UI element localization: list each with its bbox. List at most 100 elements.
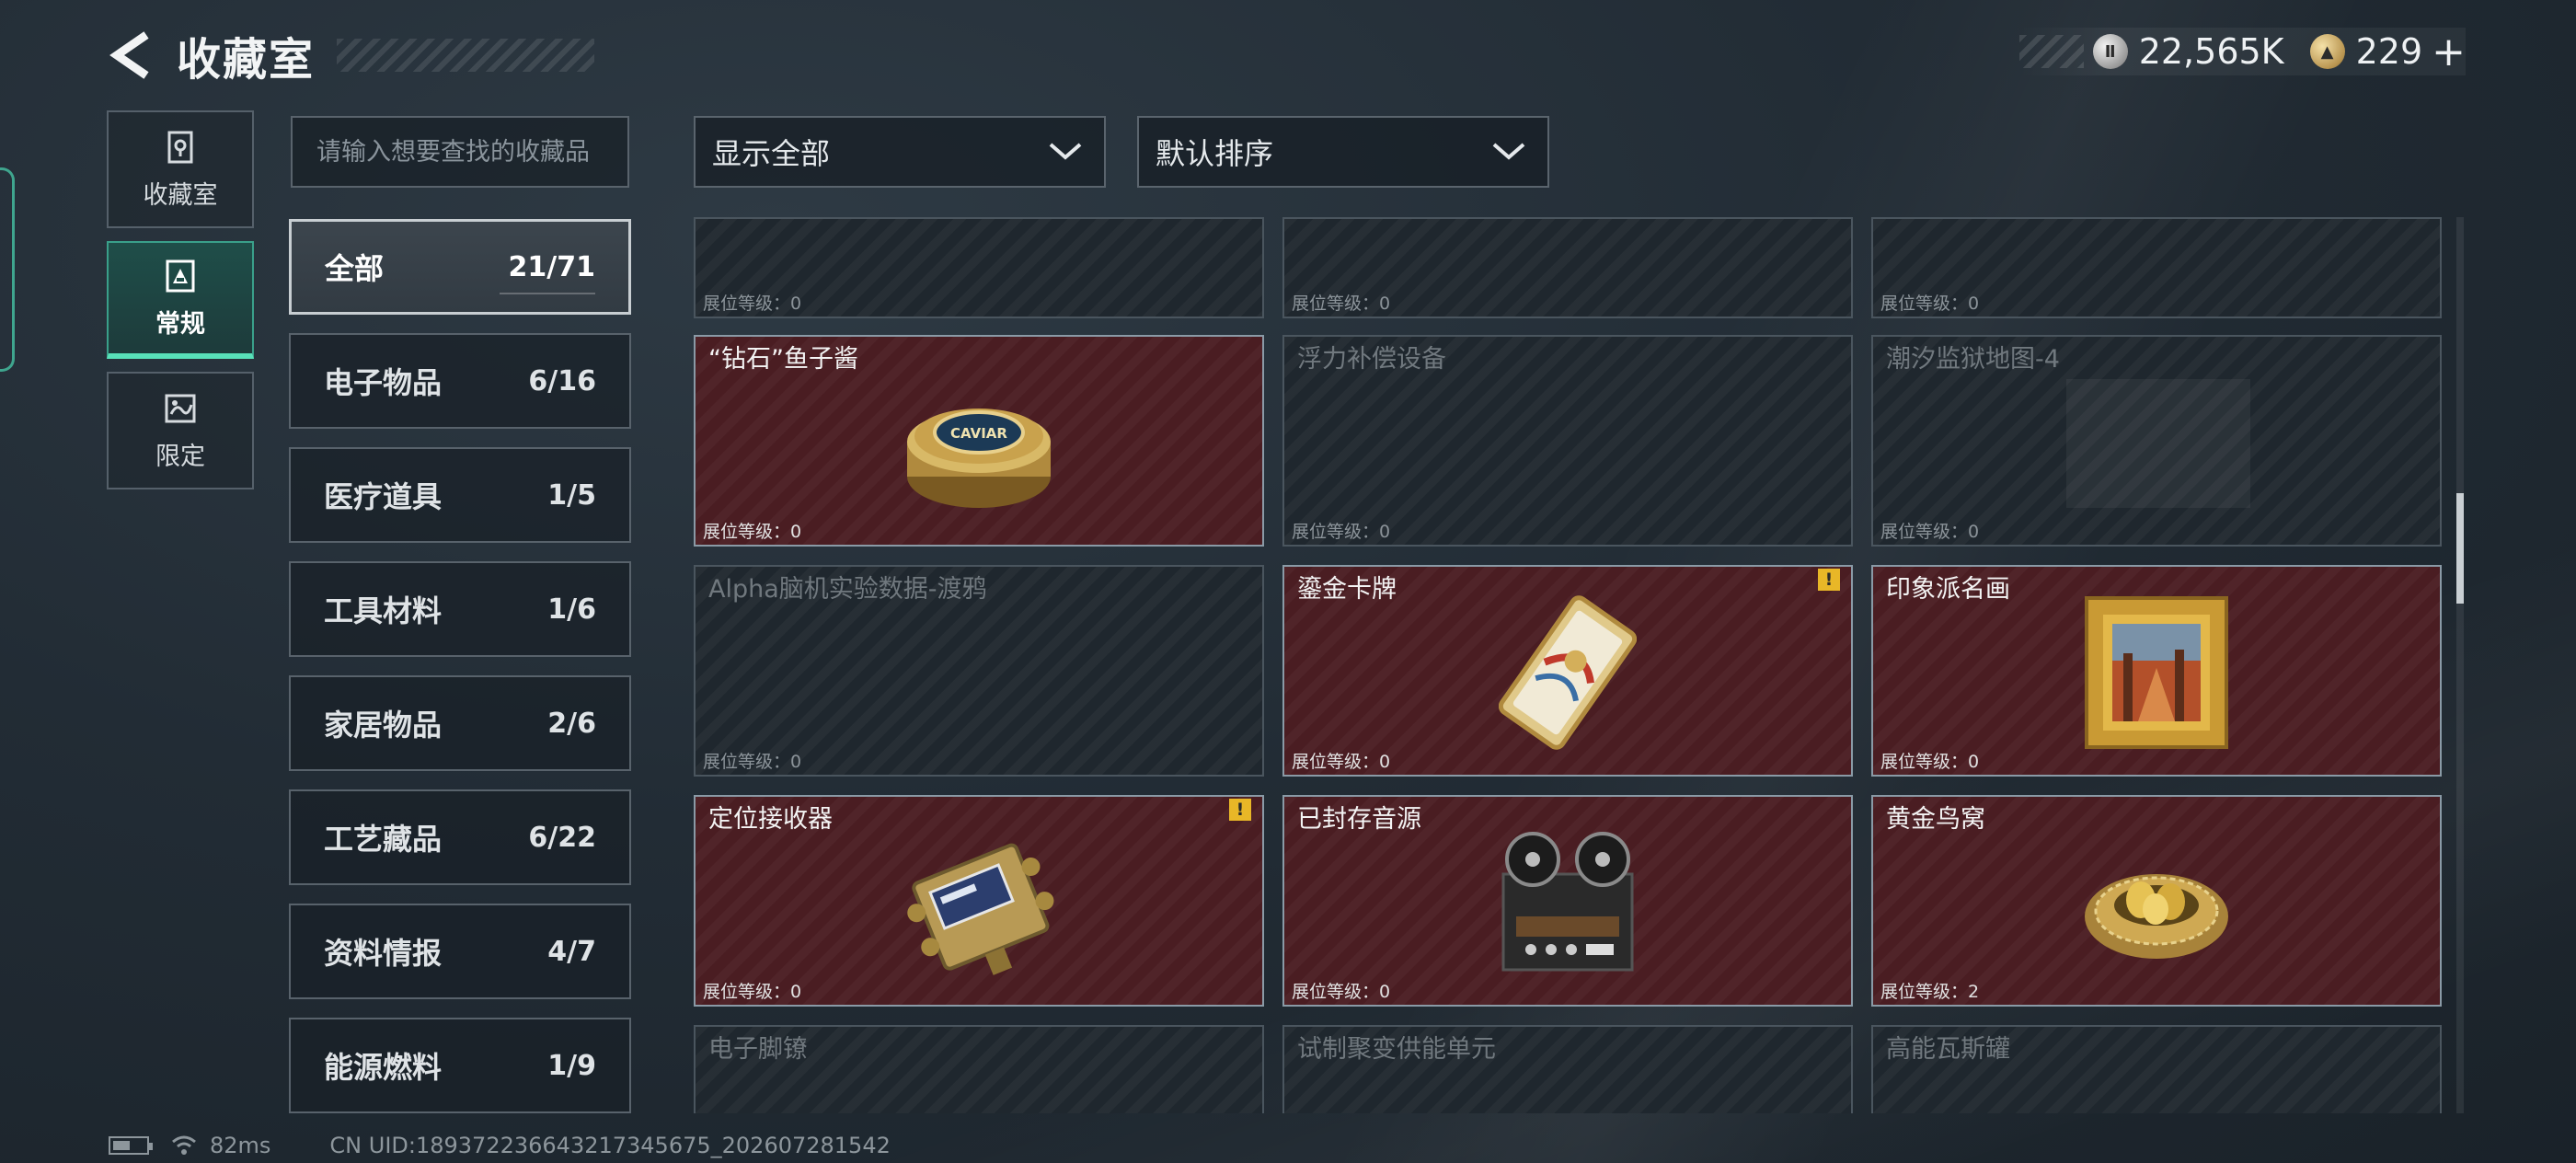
- booth-level: 展位等级：0: [1880, 752, 1980, 772]
- item-name: 印象派名画: [1886, 575, 2010, 604]
- category-intel[interactable]: 资料情报 4/7: [289, 904, 631, 999]
- collection-item-caviar[interactable]: “钻石”鱼子酱 CAVIAR 展位等级：0: [694, 335, 1264, 547]
- title-decoration: [337, 39, 595, 72]
- scroll-thumb[interactable]: [2456, 493, 2464, 604]
- rail-label: 常规: [155, 309, 205, 339]
- collection-item-sealed-audio[interactable]: 已封存音源 展位等级：0: [1282, 795, 1853, 1007]
- warning-icon: !: [1818, 569, 1840, 591]
- rail-item-limited[interactable]: 限定: [107, 372, 254, 489]
- booth-level: 展位等级：0: [1880, 294, 1980, 314]
- category-label: 电子物品: [324, 365, 443, 400]
- collection-item[interactable]: 展位等级：0: [1871, 217, 2442, 318]
- collection-item-alpha-data[interactable]: Alpha脑机实验数据-渡鸦 展位等级：0: [694, 565, 1264, 777]
- framed-painting-icon: [2085, 596, 2228, 749]
- collection-item-electronic-shackle[interactable]: 电子脚镣: [694, 1025, 1264, 1113]
- category-electronics[interactable]: 电子物品 6/16: [289, 333, 631, 429]
- page-title: 收藏室: [177, 34, 316, 86]
- display-filter-value: 显示全部: [712, 136, 831, 171]
- category-crafts[interactable]: 工艺藏品 6/22: [289, 789, 631, 885]
- category-label: 资料情报: [324, 936, 443, 971]
- add-currency-button[interactable]: +: [2432, 29, 2466, 75]
- booth-level: 展位等级：0: [1292, 752, 1391, 772]
- status-bar: 82ms CN UID:189372236643217345675_202607…: [109, 1132, 891, 1159]
- gold-amount: 229: [2355, 31, 2423, 72]
- vault-icon: [167, 131, 193, 163]
- back-arrow-icon: [109, 31, 149, 79]
- booth-level: 展位等级：2: [1880, 982, 1980, 1002]
- gilded-card-icon: [1499, 595, 1637, 750]
- user-uid: CN UID:189372236643217345675_20260728154…: [329, 1133, 891, 1158]
- limited-collection-icon: [165, 394, 196, 422]
- sort-value: 默认排序: [1156, 136, 1274, 171]
- item-name: “钻石”鱼子酱: [708, 345, 858, 374]
- category-count: 1/6: [547, 593, 596, 626]
- golden-nest-icon: [2085, 874, 2228, 959]
- category-tools[interactable]: 工具材料 1/6: [289, 561, 631, 657]
- rail-item-regular[interactable]: 常规: [107, 241, 254, 359]
- reel-to-reel-recorder-icon: [1501, 832, 1634, 972]
- chevron-down-icon: [1492, 143, 1525, 160]
- item-name: 试制聚变供能单元: [1297, 1035, 1496, 1064]
- display-filter-dropdown[interactable]: 显示全部: [694, 116, 1106, 188]
- category-count: 2/6: [547, 707, 596, 740]
- category-label: 全部: [325, 251, 385, 286]
- left-rail: 收藏室 常规 限定: [107, 110, 254, 502]
- collection-item-locator-receiver[interactable]: 定位接收器 ! 展位等级：0: [694, 795, 1264, 1007]
- locator-receiver-icon: [907, 843, 1054, 975]
- gold-coin-icon: ▲: [2309, 34, 2345, 69]
- search-box: [291, 116, 629, 188]
- booth-level: 展位等级：0: [1292, 294, 1391, 314]
- category-energy[interactable]: 能源燃料 1/9: [289, 1018, 631, 1113]
- booth-level: 展位等级：0: [1292, 982, 1391, 1002]
- currency-bar: Ⅱ 22,565K ▲ 229 +: [2018, 28, 2466, 75]
- collection-item[interactable]: 展位等级：0: [694, 217, 1264, 318]
- item-name: 高能瓦斯罐: [1886, 1035, 2010, 1064]
- silver-amount: 22,565K: [2138, 31, 2284, 72]
- category-count: 4/7: [547, 935, 596, 968]
- category-medical[interactable]: 医疗道具 1/5: [289, 447, 631, 543]
- item-name: 电子脚镣: [708, 1035, 808, 1064]
- back-button[interactable]: [109, 28, 153, 83]
- booth-level: 展位等级：0: [1292, 522, 1391, 542]
- collection-item-tidal-prison-map[interactable]: 潮汐监狱地图-4 展位等级：0: [1871, 335, 2442, 547]
- booth-level: 展位等级：0: [703, 294, 802, 314]
- rail-label: 收藏室: [143, 180, 218, 210]
- sort-dropdown[interactable]: 默认排序: [1137, 116, 1549, 188]
- category-count: 6/22: [528, 821, 596, 854]
- side-pull-tab[interactable]: [0, 167, 15, 372]
- category-label: 工具材料: [324, 593, 443, 628]
- collection-item-gas-canister[interactable]: 高能瓦斯罐: [1871, 1025, 2442, 1113]
- grid-scrollbar[interactable]: [2456, 217, 2464, 1113]
- battery-icon: [109, 1136, 153, 1155]
- item-name: 定位接收器: [708, 805, 833, 834]
- category-label: 能源燃料: [324, 1050, 443, 1085]
- category-count: 1/9: [547, 1049, 596, 1082]
- caviar-tin-icon: CAVIAR: [907, 409, 1051, 508]
- item-name: 潮汐监狱地图-4: [1886, 345, 2060, 374]
- silver-coin-icon: Ⅱ: [2092, 34, 2128, 69]
- item-name: 已封存音源: [1297, 805, 1421, 834]
- category-all[interactable]: 全部 21/71: [289, 219, 631, 315]
- category-count: 6/16: [528, 364, 596, 397]
- item-name: 浮力补偿设备: [1297, 345, 1446, 374]
- rail-label: 限定: [155, 442, 205, 471]
- collection-item[interactable]: 展位等级：0: [1282, 217, 1853, 318]
- rail-item-vault[interactable]: 收藏室: [107, 110, 254, 228]
- map-silhouette: [2066, 379, 2250, 508]
- collection-item-impressionist-painting[interactable]: 印象派名画 展位等级：0: [1871, 565, 2442, 777]
- item-name: 黄金鸟窝: [1886, 805, 1985, 834]
- collection-item-buoyancy-device[interactable]: 浮力补偿设备 展位等级：0: [1282, 335, 1853, 547]
- header: 收藏室: [109, 18, 595, 92]
- category-count: 1/5: [547, 478, 596, 512]
- collection-grid: 展位等级：0 展位等级：0 展位等级：0 “钻石”鱼子酱 CAVIAR 展位等级…: [694, 217, 2442, 1113]
- regular-collection-icon: [166, 259, 195, 292]
- collection-item-fusion-unit[interactable]: 试制聚变供能单元: [1282, 1025, 1853, 1113]
- category-household[interactable]: 家居物品 2/6: [289, 675, 631, 771]
- svg-text:CAVIAR: CAVIAR: [950, 425, 1007, 442]
- search-input[interactable]: [316, 137, 627, 167]
- item-name: 鎏金卡牌: [1297, 575, 1397, 604]
- collection-item-gilded-card[interactable]: 鎏金卡牌 ! 展位等级：0: [1282, 565, 1853, 777]
- wifi-icon: [172, 1135, 196, 1155]
- category-list: 全部 21/71 电子物品 6/16 医疗道具 1/5 工具材料 1/6 家居物…: [289, 219, 631, 1132]
- collection-item-golden-nest[interactable]: 黄金鸟窝 展位等级：2: [1871, 795, 2442, 1007]
